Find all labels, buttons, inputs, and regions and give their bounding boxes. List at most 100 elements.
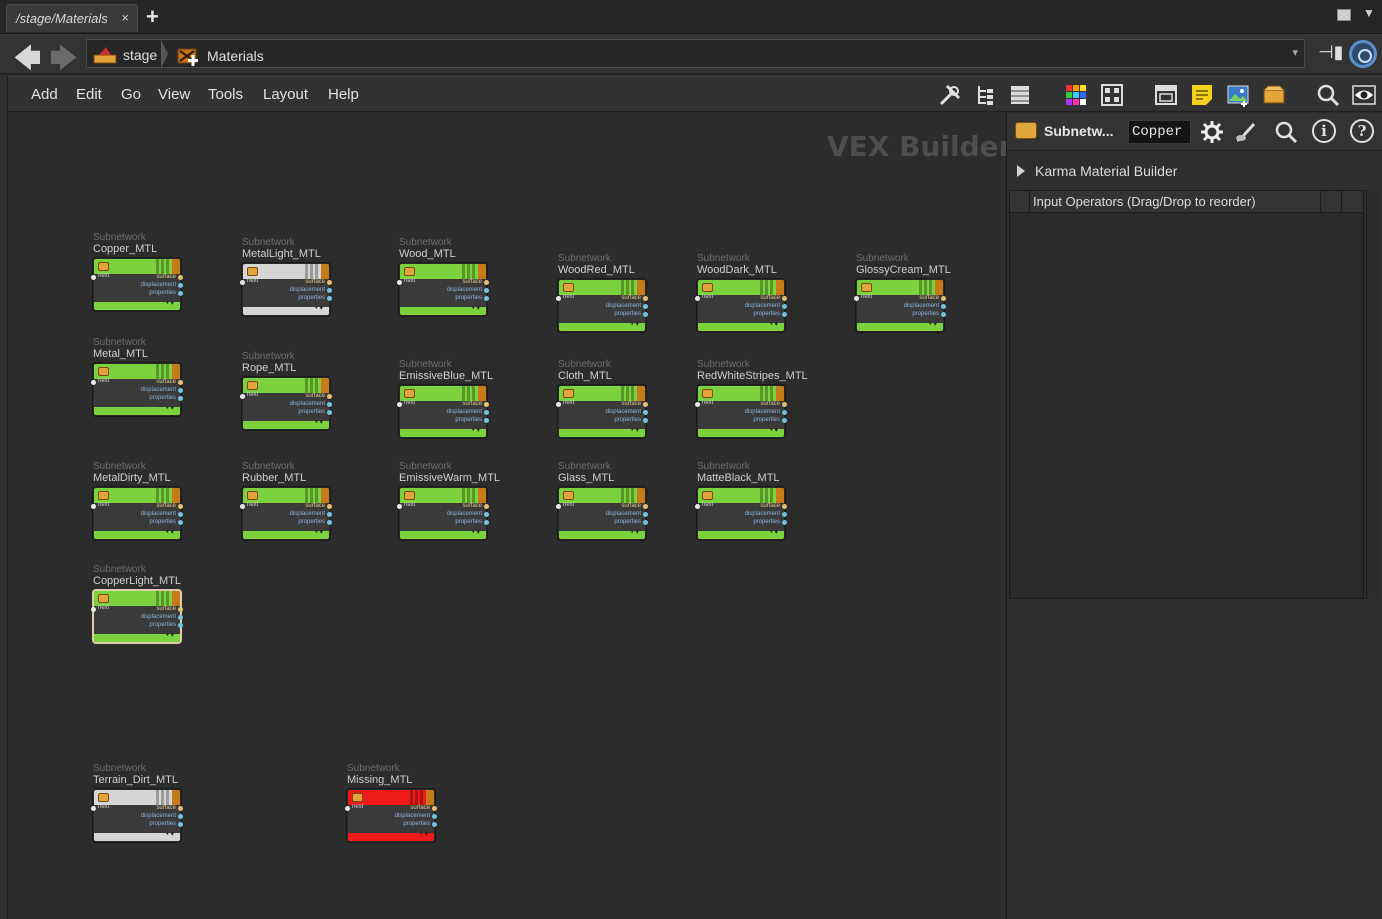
output-port-displacement[interactable]: displacement — [745, 510, 787, 518]
output-port-dot[interactable] — [643, 504, 648, 509]
output-port-dot[interactable] — [782, 402, 787, 407]
output-port-properties[interactable]: properties — [606, 416, 648, 424]
input-port-dot[interactable] — [695, 296, 700, 301]
node-flag-stripe[interactable] — [315, 378, 318, 393]
node-flag-stripe[interactable] — [166, 488, 169, 503]
output-port-dot[interactable] — [643, 312, 648, 317]
node-flag-stripe[interactable] — [621, 386, 624, 401]
node-display-flag[interactable] — [776, 280, 784, 295]
node-display-flag[interactable] — [172, 259, 180, 274]
menu-view[interactable]: View — [158, 86, 190, 103]
node-body[interactable]: next surface displacement properties — [91, 789, 183, 842]
output-port-properties[interactable]: properties — [141, 394, 183, 402]
node-flag-stripe[interactable] — [929, 280, 932, 295]
search-icon[interactable] — [1316, 83, 1340, 107]
node-emissivewarm-mtl[interactable]: Subnetwork EmissiveWarm_MTL next surface dis… — [397, 461, 500, 540]
node-flag-stripe[interactable] — [156, 488, 159, 503]
output-port-dot[interactable] — [178, 512, 183, 517]
output-port-surface[interactable]: surface — [606, 294, 648, 302]
output-port-properties[interactable]: properties — [290, 294, 332, 302]
output-port-dot[interactable] — [327, 520, 332, 525]
expand-triangle-icon[interactable] — [1017, 165, 1025, 177]
info-icon[interactable]: i — [1312, 119, 1336, 143]
node-display-flag[interactable] — [172, 364, 180, 379]
node-header[interactable] — [857, 280, 943, 295]
output-port-properties[interactable]: properties — [745, 518, 787, 526]
node-header[interactable] — [400, 488, 486, 503]
node-header[interactable] — [94, 790, 180, 805]
input-port-dot[interactable] — [345, 806, 350, 811]
node-display-flag[interactable] — [478, 386, 486, 401]
output-port-surface[interactable]: surface — [141, 502, 183, 510]
node-display-flag[interactable] — [776, 386, 784, 401]
output-port-displacement[interactable]: displacement — [395, 812, 437, 820]
output-port-dot[interactable] — [178, 291, 183, 296]
output-port-displacement[interactable]: displacement — [606, 510, 648, 518]
node-flag-stripe[interactable] — [161, 259, 164, 274]
output-port-displacement[interactable]: displacement — [141, 281, 183, 289]
node-name-label[interactable]: EmissiveWarm_MTL — [399, 472, 500, 485]
node-header[interactable] — [559, 386, 645, 401]
output-port-properties[interactable]: properties — [141, 820, 183, 828]
output-port-dot[interactable] — [643, 418, 648, 423]
node-flag-stripe[interactable] — [310, 264, 313, 279]
node-body[interactable]: next surface displacement properties — [397, 385, 489, 438]
node-body[interactable]: next surface displacement properties — [695, 279, 787, 332]
node-body[interactable]: next surface displacement properties — [556, 279, 648, 332]
folder-karma-material-builder[interactable]: Karma Material Builder — [1017, 163, 1177, 179]
output-port-surface[interactable]: surface — [141, 804, 183, 812]
output-port-dot[interactable] — [178, 615, 183, 620]
tab-close-icon[interactable]: × — [121, 10, 129, 25]
output-port-properties[interactable]: properties — [745, 416, 787, 424]
node-flag-stripe[interactable] — [315, 264, 318, 279]
output-port-displacement[interactable]: displacement — [447, 510, 489, 518]
node-body[interactable]: next surface displacement properties — [91, 590, 183, 643]
node-terrain-dirt-mtl[interactable]: Subnetwork Terrain_Dirt_MTL next surface dis… — [91, 763, 185, 842]
output-port-displacement[interactable]: displacement — [447, 286, 489, 294]
node-name-field[interactable]: Copper — [1128, 120, 1191, 144]
output-port-displacement[interactable]: displacement — [447, 408, 489, 416]
link-target-icon[interactable] — [1349, 40, 1377, 68]
node-name-label[interactable]: Copper_MTL — [93, 243, 185, 256]
node-flag-stripe[interactable] — [310, 488, 313, 503]
output-port-properties[interactable]: properties — [606, 518, 648, 526]
output-port-displacement[interactable]: displacement — [141, 613, 183, 621]
output-port-dot[interactable] — [178, 396, 183, 401]
output-port-dot[interactable] — [782, 520, 787, 525]
output-port-properties[interactable]: properties — [141, 621, 183, 629]
output-port-properties[interactable]: properties — [745, 310, 787, 318]
output-port-surface[interactable]: surface — [606, 502, 648, 510]
node-flag-stripe[interactable] — [472, 488, 475, 503]
node-flag-stripe[interactable] — [472, 386, 475, 401]
input-port-dot[interactable] — [240, 394, 245, 399]
node-copper-mtl[interactable]: Subnetwork Copper_MTL next surface displacem… — [91, 232, 185, 311]
output-port-dot[interactable] — [178, 623, 183, 628]
output-port-dot[interactable] — [327, 280, 332, 285]
path-field[interactable]: stage Materials ▾ — [86, 39, 1305, 68]
node-flag-stripe[interactable] — [626, 488, 629, 503]
node-copperlight-mtl[interactable]: Subnetwork CopperLight_MTL next surface disp… — [91, 564, 185, 643]
node-flag-stripe[interactable] — [166, 591, 169, 606]
output-port-surface[interactable]: surface — [904, 294, 946, 302]
node-body[interactable]: next surface displacement properties — [91, 363, 183, 416]
node-flag-stripe[interactable] — [161, 364, 164, 379]
node-display-flag[interactable] — [321, 378, 329, 393]
pin-icon[interactable]: ⊣▮ — [1318, 42, 1344, 63]
input-operators-list[interactable]: Input Operators (Drag/Drop to reorder) — [1009, 190, 1364, 599]
output-port-dot[interactable] — [643, 304, 648, 309]
node-header[interactable] — [698, 386, 784, 401]
output-port-dot[interactable] — [178, 607, 183, 612]
input-port-dot[interactable] — [397, 504, 402, 509]
output-port-dot[interactable] — [782, 312, 787, 317]
node-name-label[interactable]: MetalLight_MTL — [242, 248, 334, 261]
output-port-dot[interactable] — [484, 280, 489, 285]
breadcrumb-materials[interactable]: Materials — [177, 45, 264, 67]
output-port-surface[interactable]: surface — [290, 392, 332, 400]
input-port-dot[interactable] — [91, 275, 96, 280]
output-port-properties[interactable]: properties — [290, 408, 332, 416]
node-body[interactable]: next surface displacement properties — [240, 377, 332, 430]
output-port-dot[interactable] — [327, 296, 332, 301]
node-flag-stripe[interactable] — [305, 488, 308, 503]
output-port-surface[interactable]: surface — [745, 294, 787, 302]
node-flag-stripe[interactable] — [765, 386, 768, 401]
